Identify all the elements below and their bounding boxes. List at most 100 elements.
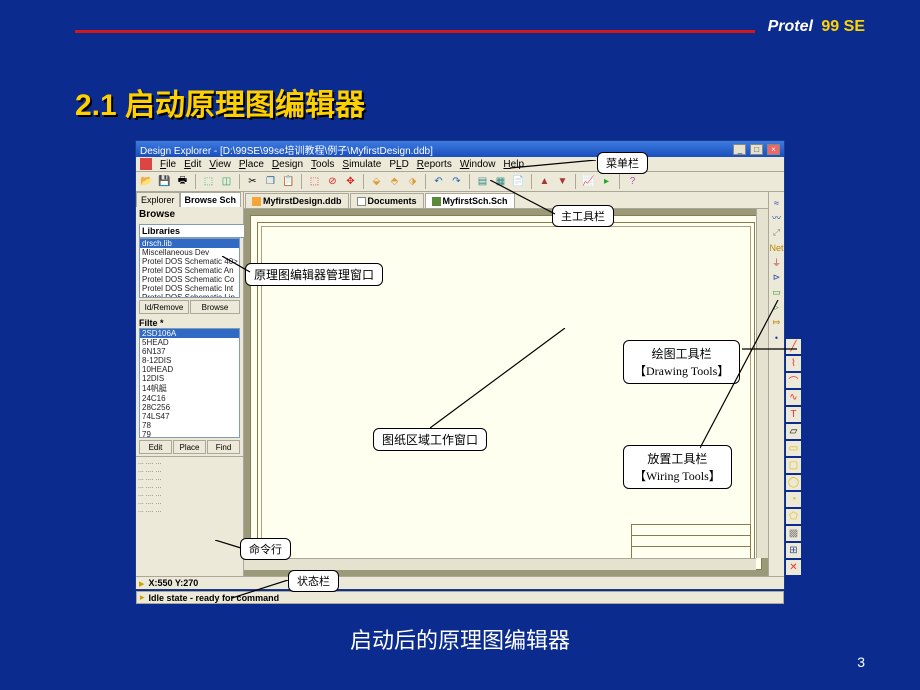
deselect-icon[interactable]: ⊘ bbox=[325, 174, 340, 189]
tool-icon[interactable]: ⬘ bbox=[387, 174, 402, 189]
tab-ddb[interactable]: MyfirstDesign.ddb bbox=[245, 193, 349, 208]
add-remove-button[interactable]: Id/Remove bbox=[139, 300, 189, 314]
list-item[interactable]: drsch.lib bbox=[140, 239, 239, 248]
text-icon[interactable]: T bbox=[786, 407, 801, 422]
print-icon[interactable]: 🖶 bbox=[175, 174, 190, 189]
cut-icon[interactable]: ✂ bbox=[245, 174, 260, 189]
down-icon[interactable]: ▼ bbox=[555, 174, 570, 189]
copy-icon[interactable]: ❐ bbox=[263, 174, 278, 189]
list-item[interactable]: 74LS47 bbox=[140, 412, 239, 421]
menu-edit[interactable]: Edit bbox=[184, 159, 201, 170]
list-item[interactable]: Protel DOS Schematic 40> bbox=[140, 257, 239, 266]
zoomfit-icon[interactable]: ◫ bbox=[219, 174, 234, 189]
sheetentry-icon[interactable]: ▹ bbox=[770, 301, 783, 314]
array-icon[interactable]: ⊞ bbox=[786, 543, 801, 558]
tool-icon[interactable]: ⬙ bbox=[369, 174, 384, 189]
polygon-icon[interactable]: ⬠ bbox=[786, 509, 801, 524]
panel-tabs[interactable]: Explorer Browse Sch bbox=[136, 192, 243, 207]
main-toolbar[interactable]: 📂 💾 🖶 ⬚ ◫ ✂ ❐ 📋 ⬚ ⊘ ✥ ⬙ ⬘ ⬗ ↶ ↷ ▤ ▦ 📄 ▲ … bbox=[136, 172, 784, 192]
menu-window[interactable]: Window bbox=[460, 159, 496, 170]
wiring-toolbar[interactable]: ≈ 〰 ⤢ Net ⏚ ⊳ ▭ ▹ ⤇ • bbox=[768, 192, 784, 576]
horizontal-scrollbar[interactable] bbox=[244, 558, 756, 570]
menu-reports[interactable]: Reports bbox=[417, 159, 452, 170]
list-item[interactable]: Protel DOS Schematic Lin bbox=[140, 293, 239, 298]
arc-icon[interactable]: ⌒ bbox=[786, 373, 801, 388]
list-item[interactable]: Protel DOS Schematic Co bbox=[140, 275, 239, 284]
tab-documents[interactable]: Documents bbox=[350, 193, 424, 208]
undo-icon[interactable]: ↶ bbox=[431, 174, 446, 189]
list-item[interactable]: 10HEAD bbox=[140, 365, 239, 374]
doc-tabs[interactable]: MyfirstDesign.ddb Documents MyfirstSch.S… bbox=[244, 192, 768, 209]
library-list[interactable]: drsch.lib Miscellaneous Dev Protel DOS S… bbox=[139, 238, 240, 298]
list-item[interactable]: 2SD106A bbox=[140, 329, 239, 338]
browse-button[interactable]: Browse bbox=[190, 300, 240, 314]
help-icon[interactable]: ? bbox=[625, 174, 640, 189]
component-list[interactable]: 2SD106A 5HEAD 6N137 8-12DIS 10HEAD 12DIS… bbox=[139, 328, 240, 438]
libraries-combo[interactable]: ▼ bbox=[139, 224, 240, 238]
list-item[interactable]: 79 bbox=[140, 430, 239, 438]
edit-button[interactable]: Edit bbox=[139, 440, 172, 454]
browse-icon[interactable]: 📄 bbox=[511, 174, 526, 189]
cancel-icon[interactable]: ✕ bbox=[786, 560, 801, 575]
menu-view[interactable]: View bbox=[209, 159, 231, 170]
list-item[interactable]: 6N137 bbox=[140, 347, 239, 356]
save-icon[interactable]: 💾 bbox=[157, 174, 172, 189]
tab-sch[interactable]: MyfirstSch.Sch bbox=[425, 193, 515, 208]
move-icon[interactable]: ✥ bbox=[343, 174, 358, 189]
list-item[interactable]: Protel DOS Schematic An bbox=[140, 266, 239, 275]
list-item[interactable]: 24C16 bbox=[140, 394, 239, 403]
bezier-icon[interactable]: ∿ bbox=[786, 390, 801, 405]
window-titlebar[interactable]: Design Explorer - [D:\99SE\99se培训教程\例子\M… bbox=[136, 141, 784, 157]
list-item[interactable]: 28C256 bbox=[140, 403, 239, 412]
maximize-button[interactable]: □ bbox=[750, 144, 763, 155]
list-item[interactable]: Miscellaneous Dev bbox=[140, 248, 239, 257]
hierarchy-icon[interactable]: ▤ bbox=[475, 174, 490, 189]
part-icon[interactable]: ⊳ bbox=[770, 271, 783, 284]
menu-simulate[interactable]: Simulate bbox=[342, 159, 381, 170]
roundrect-icon[interactable]: ▢ bbox=[786, 458, 801, 473]
list-item[interactable]: Protel DOS Schematic Int bbox=[140, 284, 239, 293]
tab-browse-sch[interactable]: Browse Sch bbox=[180, 192, 242, 207]
pie-icon[interactable]: ◔ bbox=[786, 492, 801, 507]
list-item[interactable]: 5HEAD bbox=[140, 338, 239, 347]
power-icon[interactable]: ⏚ bbox=[770, 256, 783, 269]
paste-icon[interactable]: 📋 bbox=[281, 174, 296, 189]
port-icon[interactable]: ⤇ bbox=[770, 316, 783, 329]
menu-pld[interactable]: PLD bbox=[389, 159, 408, 170]
list-item[interactable]: 78 bbox=[140, 421, 239, 430]
polyline-icon[interactable]: ⌇ bbox=[786, 356, 801, 371]
menu-design[interactable]: Design bbox=[272, 159, 303, 170]
rect-icon[interactable]: ▭ bbox=[786, 441, 801, 456]
ellipse-icon[interactable]: ◯ bbox=[786, 475, 801, 490]
menu-place[interactable]: Place bbox=[239, 159, 264, 170]
tab-explorer[interactable]: Explorer bbox=[136, 192, 180, 207]
bus-icon[interactable]: 〰 bbox=[770, 211, 783, 224]
list-item[interactable]: 8-12DIS bbox=[140, 356, 239, 365]
sheet-icon[interactable]: ▭ bbox=[770, 286, 783, 299]
tool-icon[interactable]: ⬗ bbox=[405, 174, 420, 189]
select-icon[interactable]: ⬚ bbox=[307, 174, 322, 189]
run-icon[interactable]: ▸ bbox=[599, 174, 614, 189]
list-item[interactable]: 12DIS bbox=[140, 374, 239, 383]
vertical-scrollbar[interactable] bbox=[756, 209, 768, 558]
redo-icon[interactable]: ↷ bbox=[449, 174, 464, 189]
minimize-button[interactable]: _ bbox=[733, 144, 746, 155]
line-icon[interactable]: ╱ bbox=[786, 339, 801, 354]
hierarchy-icon[interactable]: ▦ bbox=[493, 174, 508, 189]
menu-help[interactable]: Help bbox=[503, 159, 524, 170]
close-button[interactable]: × bbox=[767, 144, 780, 155]
menu-bar[interactable]: File Edit View Place Design Tools Simula… bbox=[136, 157, 784, 172]
list-item[interactable]: 14帆艇 bbox=[140, 383, 239, 394]
image-icon[interactable]: ▩ bbox=[786, 526, 801, 541]
frame-icon[interactable]: ▱ bbox=[786, 424, 801, 439]
drawing-toolbar[interactable]: ╱ ⌇ ⌒ ∿ T ▱ ▭ ▢ ◯ ◔ ⬠ ▩ ⊞ ✕ bbox=[786, 339, 804, 575]
zoomarea-icon[interactable]: ⬚ bbox=[201, 174, 216, 189]
wire-icon[interactable]: ≈ bbox=[770, 196, 783, 209]
netlabel-icon[interactable]: Net bbox=[770, 241, 783, 254]
up-icon[interactable]: ▲ bbox=[537, 174, 552, 189]
busentry-icon[interactable]: ⤢ bbox=[770, 226, 783, 239]
simulate-icon[interactable]: 📈 bbox=[581, 174, 596, 189]
junction-icon[interactable]: • bbox=[770, 331, 783, 344]
find-button[interactable]: Find bbox=[207, 440, 240, 454]
menu-file[interactable]: File bbox=[160, 159, 176, 170]
